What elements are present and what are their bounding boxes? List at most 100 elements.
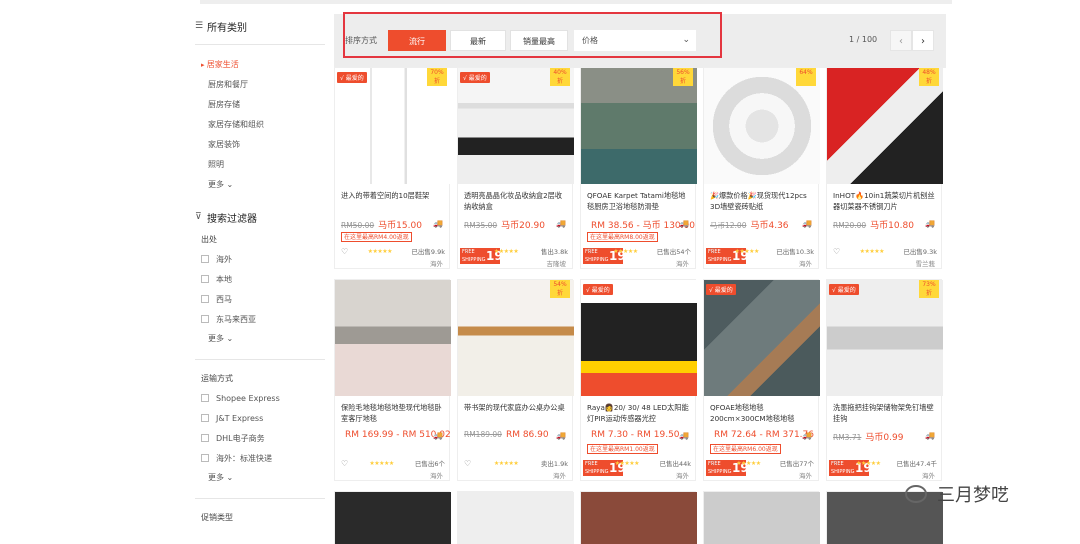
product-card[interactable]: √ 最爱的 40% 折 FREE SHIPPING 19 透明亮晶晶化妆品收纳盒2层收纳收… [457,67,574,269]
product-title[interactable]: 🎉爆款价格🎉现货现代12pcs 3D墙壁瓷砖贴纸 [710,190,814,212]
categories-more[interactable]: 更多 ⌄ [195,175,325,195]
star-rating: ★★★★★ [736,459,761,467]
heart-icon[interactable]: ♡ [833,459,840,468]
checkbox-box[interactable] [201,315,209,323]
prev-page-button[interactable]: ‹ [890,30,912,51]
origin-checkbox[interactable]: 海外 [195,249,325,269]
checkbox-box[interactable] [201,434,209,442]
favorite-badge: √ 最爱的 [829,284,859,295]
heart-icon[interactable]: ♡ [464,247,471,256]
star-rating: ★★★★★ [613,247,638,255]
product-card[interactable] [703,491,820,544]
origin-checkbox[interactable]: 西马 [195,289,325,309]
heart-icon[interactable]: ♡ [587,459,594,468]
truck-icon: 🚚 [679,219,689,228]
product-title[interactable]: InHOT🔥10in1蔬菜切片机刨丝器切菜器不锈钢刀片 [833,190,937,212]
product-title[interactable]: 透明亮晶晶化妆品收纳盒2层收纳收纳盒 [464,190,568,212]
product-card[interactable]: 64% FREE SHIPPING 19 🎉爆款价格🎉现货现代12pcs 3D墙壁瓷砖贴… [703,67,820,269]
heart-icon[interactable]: ♡ [587,247,594,256]
rating-row: ♡ ★★★★★ 售出3.8k [464,246,568,257]
star-rating: ★★★★★ [369,459,394,467]
shipping-checkbox[interactable]: Shopee Express [195,388,325,408]
product-image[interactable] [704,280,820,396]
sold-count: 已售出44k [659,460,691,468]
product-card[interactable] [334,491,451,544]
product-card[interactable]: 48% 折 InHOT🔥10in1蔬菜切片机刨丝器切菜器不锈钢刀片 RM20.00 马… [826,67,943,269]
old-price: RM20.00 [833,221,867,230]
category-item[interactable]: 照明 [195,155,325,175]
all-categories-title[interactable]: ☰ 所有类别 [195,18,325,34]
product-card[interactable]: √ 最爱的 FREE SHIPPING 19 Raya👩20/ 30/ 48 LED太阳… [580,279,697,481]
product-title[interactable]: 洗墨拖把挂钩架储物架免钉墙壁挂钩 [833,402,937,424]
product-image[interactable] [335,492,451,544]
sold-count: 已售出47.4千 [896,460,937,468]
heart-icon[interactable]: ♡ [710,459,717,468]
product-title[interactable]: 带书架的现代家庭办公桌办公桌 [464,402,568,424]
product-card[interactable] [457,491,574,544]
heart-icon[interactable]: ♡ [464,459,471,468]
product-price: RM20.00 马币10.80 [833,221,914,231]
category-item[interactable]: 家居装饰 [195,135,325,155]
shipping-label: 运输方式 [201,374,233,383]
shipping-checkbox[interactable]: J&T Express [195,408,325,428]
product-card[interactable]: 保险毛地毯地毯地垫现代地毯卧室客厅地毯 RM 169.99 - RM 510.02… [334,279,451,481]
heart-icon[interactable]: ♡ [341,247,348,256]
product-image[interactable] [335,280,451,396]
checkbox-box[interactable] [201,275,209,283]
truck-icon: 🚚 [556,219,566,228]
checkbox-box[interactable] [201,295,209,303]
category-item[interactable]: 厨房和餐厅 [195,75,325,95]
product-price: RM50.00 马币15.00 [341,221,422,231]
rating-row: ♡ ★★★★★ 已售出54个 [587,246,691,257]
shipping-checkbox[interactable]: 海外：标准快递 [195,448,325,468]
heart-icon[interactable]: ♡ [341,459,348,468]
product-price: RM35.00 马币20.90 [464,221,545,231]
promo-label: 促销类型 [201,513,233,522]
origin-checkbox[interactable]: 东马来西亚 [195,309,325,329]
discount-badge: 54% 折 [550,280,570,298]
product-image[interactable] [581,280,697,396]
product-title[interactable]: Raya👩20/ 30/ 48 LED太阳能灯PIR运动传感器光控 [587,402,691,424]
product-title[interactable]: QFOAE地毯地毯200cm×300CM地毯地毯 [710,402,814,424]
rating-row: ♡ ★★★★★ 已售出44k [587,458,691,469]
shipping-checkbox[interactable]: DHL电子商务 [195,428,325,448]
cashback-tag: 在这里最高RM6.00返现 [710,444,781,454]
next-page-button[interactable]: › [912,30,934,51]
filter-title: ⊽ 搜索过滤器 [195,212,257,225]
checkbox-box[interactable] [201,255,209,263]
star-rating: ★★★★★ [493,459,519,467]
star-rating: ★★★★★ [367,247,393,255]
page: ☰所有类别 居家生活 厨房和餐厅 厨房存储 家居存储和组织 家居装饰 照明 更多… [0,0,1080,544]
category-item[interactable]: 家居存储和组织 [195,115,325,135]
rating-row: ♡ ★★★★★ 已售出6个 [341,458,445,469]
product-title[interactable]: 进入的带着空间的10层鞋架 [341,190,445,212]
checkbox-box[interactable] [201,414,209,422]
product-title[interactable]: QFOAE Karpet Tatami地毯地毯厨房卫浴地毯防滑垫 [587,190,691,212]
category-item[interactable]: 厨房存储 [195,95,325,115]
star-rating: ★★★★★ [859,247,885,255]
origin-more[interactable]: 更多 ⌄ [195,329,325,349]
old-price: 马币12.00 [710,221,747,230]
star-rating: ★★★★★ [734,247,760,255]
product-image[interactable] [581,492,697,544]
product-image[interactable] [704,492,820,544]
product-title[interactable]: 保险毛地毯地毯地垫现代地毯卧室客厅地毯 [341,402,445,424]
product-card[interactable] [580,491,697,544]
product-card[interactable]: √ 最爱的 73% 折 FREE SHIPPING 19 洗墨拖把挂钩架储物架免钉墙壁挂钩… [826,279,943,481]
location: 海外 [430,260,443,268]
product-price: RM 7.30 - RM 19.50 [591,430,680,440]
product-card[interactable]: 56% 折 FREE SHIPPING 19 QFOAE Karpet Tatami地毯… [580,67,697,269]
checkbox-box[interactable] [201,454,209,462]
heart-icon[interactable]: ♡ [710,247,717,256]
shipping-more[interactable]: 更多 ⌄ [195,468,325,488]
category-item[interactable]: 居家生活 [195,55,325,75]
product-card[interactable]: √ 最爱的 70% 折进入的带着空间的10层鞋架 RM50.00 马币15.00 🚚 在这… [334,67,451,269]
origin-checkbox[interactable]: 本地 [195,269,325,289]
product-image[interactable] [458,492,574,544]
checkbox-box[interactable] [201,394,209,402]
list-icon: ☰ [195,21,204,31]
heart-icon[interactable]: ♡ [833,247,840,256]
product-card[interactable]: 54% 折带书架的现代家庭办公桌办公桌 RM189.00 RM 86.90 🚚 ♡ ★★★… [457,279,574,481]
truck-icon: 🚚 [802,431,812,440]
product-card[interactable]: √ 最爱的 FREE SHIPPING 19 QFOAE地毯地毯200cm×300CM地… [703,279,820,481]
